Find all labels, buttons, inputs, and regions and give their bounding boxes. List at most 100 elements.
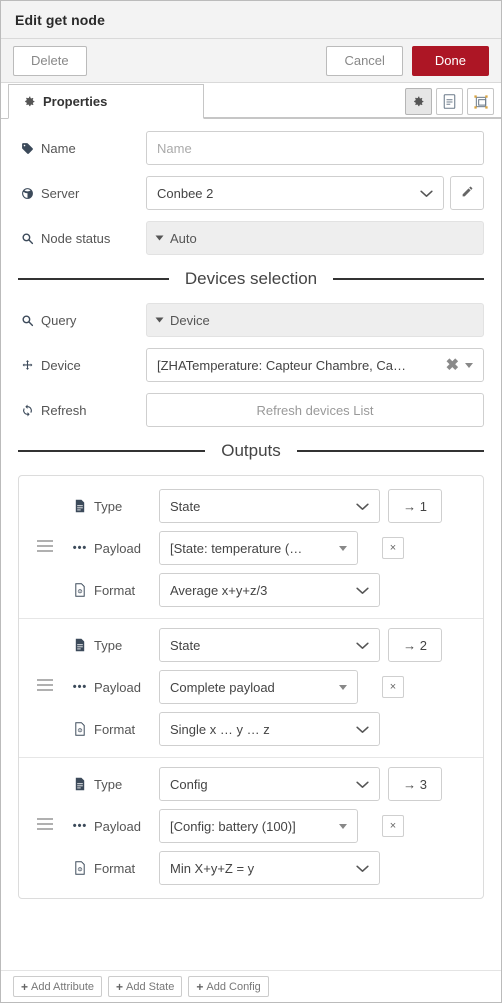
node-status-field[interactable]: Auto <box>146 221 484 255</box>
output-type-select[interactable]: Config <box>159 767 380 801</box>
output-payload-label-text: Payload <box>94 818 141 834</box>
ellipsis-icon: ••• <box>72 820 88 832</box>
row-device: Device [ZHATemperature: Capteur Chambre,… <box>18 348 484 382</box>
tool-appearance-icon-button[interactable] <box>467 88 494 115</box>
refresh-devices-button[interactable]: Refresh devices List <box>146 393 484 427</box>
chevron-down-icon <box>420 186 433 201</box>
output-port-button[interactable]: → 2 <box>388 628 442 662</box>
output-payload-label-text: Payload <box>94 540 141 556</box>
output-delete-button[interactable]: × <box>382 676 404 698</box>
search-icon <box>18 314 36 327</box>
output-type-label-text: Type <box>94 776 123 792</box>
output-format-label-text: Format <box>94 582 136 598</box>
output-block: Type State → 1 ••• Payload [State: tempe… <box>19 480 483 619</box>
close-icon[interactable]: ✖ <box>446 355 465 375</box>
output-type-select[interactable]: State <box>159 489 380 523</box>
row-node-status: Node status Auto <box>18 221 484 255</box>
output-payload-row: ••• Payload Complete payload × <box>29 670 473 704</box>
outputs-section-separator: Outputs <box>18 441 485 461</box>
output-format-label: Φ Format <box>29 861 159 876</box>
output-payload-value: [State: temperature (… <box>170 540 303 556</box>
output-type-select[interactable]: State <box>159 628 380 662</box>
output-format-row: Φ Format Min X+y+Z = y <box>29 851 473 885</box>
device-select[interactable]: [ZHATemperature: Capteur Chambre, Ca… ✖ <box>146 348 484 382</box>
search-icon <box>18 232 36 245</box>
output-block: Type Config → 3 ••• Payload [Config: bat… <box>19 758 483 896</box>
output-type-row: Type State → 1 <box>29 489 473 523</box>
output-payload-select[interactable]: [State: temperature (… <box>159 531 358 565</box>
refresh-icon <box>18 404 36 417</box>
dialog-title: Edit get node <box>15 11 105 28</box>
refresh-label-text: Refresh <box>41 402 87 418</box>
name-input[interactable]: Name <box>146 131 484 165</box>
svg-text:Φ: Φ <box>78 867 83 874</box>
pencil-icon <box>461 185 474 201</box>
query-label: Query <box>18 313 146 328</box>
output-format-label-text: Format <box>94 860 136 876</box>
output-format-label: Φ Format <box>29 722 159 737</box>
delete-button[interactable]: Delete <box>13 45 87 76</box>
node-status-label-text: Node status <box>41 230 111 246</box>
server-edit-button[interactable] <box>450 176 484 210</box>
row-refresh: Refresh Refresh devices List <box>18 393 484 427</box>
file-text-icon <box>71 638 89 652</box>
tab-properties-label: Properties <box>43 94 108 109</box>
query-field[interactable]: Device <box>146 303 484 337</box>
output-port-button[interactable]: → 3 <box>388 767 442 801</box>
tab-properties[interactable]: Properties <box>8 84 204 119</box>
chevron-down-icon <box>356 499 369 514</box>
tool-description-icon-button[interactable] <box>436 88 463 115</box>
plus-icon: + <box>21 979 29 994</box>
output-format-select[interactable]: Min X+y+Z = y <box>159 851 380 885</box>
properties-form: Name Name Server Conbee 2 Node status Au… <box>1 119 501 255</box>
dialog-action-bar: Delete Cancel Done <box>1 39 501 83</box>
output-type-row: Type State → 2 <box>29 628 473 662</box>
separator-line-right <box>296 450 485 452</box>
add-attribute-button[interactable]: + Add Attribute <box>13 976 103 997</box>
caret-icon <box>155 235 164 241</box>
cancel-button[interactable]: Cancel <box>326 45 403 76</box>
appearance-icon <box>473 94 488 109</box>
output-format-row: Φ Format Average x+y+z/3 <box>29 573 473 607</box>
ellipsis-icon: ••• <box>72 542 88 554</box>
output-delete-button[interactable]: × <box>382 537 404 559</box>
globe-icon <box>18 187 36 200</box>
gear-icon <box>23 95 36 108</box>
tag-icon <box>18 142 36 155</box>
output-format-select[interactable]: Single x … y … z <box>159 712 380 746</box>
drag-handle-icon[interactable] <box>37 818 53 830</box>
description-icon <box>443 94 456 109</box>
drag-handle-icon[interactable] <box>37 679 53 691</box>
add-state-button[interactable]: + Add State <box>108 976 183 997</box>
query-value: Device <box>170 312 210 328</box>
output-type-label-text: Type <box>94 637 123 653</box>
gear-icon <box>414 96 424 107</box>
file-text-icon <box>71 499 89 513</box>
svg-text:Φ: Φ <box>78 589 83 596</box>
output-port-button[interactable]: → 1 <box>388 489 442 523</box>
output-block: Type State → 2 ••• Payload Complete payl… <box>19 619 483 758</box>
chevron-down-icon <box>339 823 347 829</box>
output-type-value: State <box>170 498 201 514</box>
format-file-icon: Φ <box>71 583 89 597</box>
add-attribute-label: Add Attribute <box>31 980 95 993</box>
output-payload-select[interactable]: [Config: battery (100)] <box>159 809 358 843</box>
drag-handle-icon[interactable] <box>37 540 53 552</box>
chevron-down-icon <box>356 777 369 792</box>
outputs-footer: + Add Attribute + Add State + Add Config <box>1 970 501 1002</box>
output-delete-button[interactable]: × <box>382 815 404 837</box>
tool-gear-icon-button[interactable] <box>405 88 432 115</box>
add-config-button[interactable]: + Add Config <box>188 976 269 997</box>
output-payload-select[interactable]: Complete payload <box>159 670 358 704</box>
separator-line-left <box>18 278 169 280</box>
done-button[interactable]: Done <box>411 45 489 76</box>
output-format-select[interactable]: Average x+y+z/3 <box>159 573 380 607</box>
chevron-down-icon <box>356 722 369 737</box>
tab-tools <box>405 88 494 115</box>
output-type-row: Type Config → 3 <box>29 767 473 801</box>
device-label-text: Device <box>41 357 81 373</box>
name-label-text: Name <box>41 140 76 156</box>
server-select[interactable]: Conbee 2 <box>146 176 444 210</box>
plus-icon: + <box>116 979 124 994</box>
separator-line-right <box>333 278 484 280</box>
